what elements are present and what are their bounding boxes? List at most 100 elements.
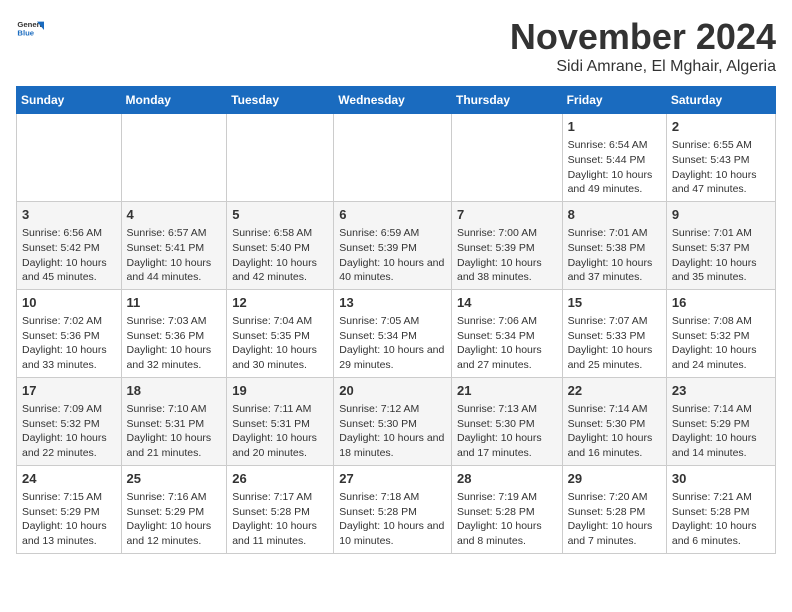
calendar-cell: 14 Sunrise: 7:06 AM Sunset: 5:34 PM Dayli… bbox=[451, 289, 562, 377]
calendar-cell bbox=[334, 114, 452, 202]
location-title: Sidi Amrane, El Mghair, Algeria bbox=[510, 58, 776, 76]
day-number: 14 bbox=[457, 294, 557, 312]
week-row-0: 1Sunrise: 6:54 AM Sunset: 5:44 PM Daylig… bbox=[17, 114, 776, 202]
calendar-cell: 9Sunrise: 7:01 AM Sunset: 5:37 PM Daylig… bbox=[666, 201, 775, 289]
calendar-cell: 29Sunrise: 7:20 AM Sunset: 5:28 PM Dayli… bbox=[562, 465, 666, 553]
logo-icon: General Blue bbox=[16, 16, 44, 44]
day-number: 30 bbox=[672, 470, 770, 488]
month-title: November 2024 bbox=[510, 16, 776, 58]
day-number: 27 bbox=[339, 470, 446, 488]
calendar-cell: 25 Sunrise: 7:16 AM Sunset: 5:29 PM Dayli… bbox=[121, 465, 227, 553]
day-info: Sunrise: 6:55 AM Sunset: 5:43 PM Dayligh… bbox=[672, 138, 770, 197]
day-number: 9 bbox=[672, 206, 770, 224]
header-friday: Friday bbox=[562, 87, 666, 114]
calendar-cell: 22 Sunrise: 7:14 AM Sunset: 5:30 PM Dayli… bbox=[562, 377, 666, 465]
day-info: Sunrise: 7:13 AM Sunset: 5:30 PM Dayligh… bbox=[457, 402, 557, 461]
day-number: 7 bbox=[457, 206, 557, 224]
day-info: Sunrise: 6:56 AM Sunset: 5:42 PM Dayligh… bbox=[22, 226, 116, 285]
day-number: 12 bbox=[232, 294, 328, 312]
day-number: 6 bbox=[339, 206, 446, 224]
day-number: 28 bbox=[457, 470, 557, 488]
day-info: Sunrise: 7:18 AM Sunset: 5:28 PM Dayligh… bbox=[339, 490, 446, 549]
calendar-cell: 18 Sunrise: 7:10 AM Sunset: 5:31 PM Dayli… bbox=[121, 377, 227, 465]
calendar-cell bbox=[121, 114, 227, 202]
day-number: 24 bbox=[22, 470, 116, 488]
week-row-4: 24 Sunrise: 7:15 AM Sunset: 5:29 PM Dayli… bbox=[17, 465, 776, 553]
day-info: Sunrise: 7:08 AM Sunset: 5:32 PM Dayligh… bbox=[672, 314, 770, 373]
day-info: Sunrise: 7:12 AM Sunset: 5:30 PM Dayligh… bbox=[339, 402, 446, 461]
day-number: 22 bbox=[568, 382, 661, 400]
calendar-cell bbox=[17, 114, 122, 202]
day-number: 4 bbox=[127, 206, 222, 224]
day-number: 23 bbox=[672, 382, 770, 400]
day-number: 18 bbox=[127, 382, 222, 400]
week-row-3: 17Sunrise: 7:09 AM Sunset: 5:32 PM Dayli… bbox=[17, 377, 776, 465]
calendar-cell: 15 Sunrise: 7:07 AM Sunset: 5:33 PM Dayli… bbox=[562, 289, 666, 377]
day-info: Sunrise: 6:58 AM Sunset: 5:40 PM Dayligh… bbox=[232, 226, 328, 285]
header-thursday: Thursday bbox=[451, 87, 562, 114]
day-info: Sunrise: 7:04 AM Sunset: 5:35 PM Dayligh… bbox=[232, 314, 328, 373]
day-info: Sunrise: 7:05 AM Sunset: 5:34 PM Dayligh… bbox=[339, 314, 446, 373]
day-info: Sunrise: 7:20 AM Sunset: 5:28 PM Dayligh… bbox=[568, 490, 661, 549]
calendar-cell: 5Sunrise: 6:58 AM Sunset: 5:40 PM Daylig… bbox=[227, 201, 334, 289]
calendar-cell: 4 Sunrise: 6:57 AM Sunset: 5:41 PM Daylig… bbox=[121, 201, 227, 289]
calendar-cell: 6 Sunrise: 6:59 AM Sunset: 5:39 PM Daylig… bbox=[334, 201, 452, 289]
week-row-2: 10 Sunrise: 7:02 AM Sunset: 5:36 PM Dayli… bbox=[17, 289, 776, 377]
calendar-cell bbox=[451, 114, 562, 202]
calendar-cell bbox=[227, 114, 334, 202]
day-info: Sunrise: 7:03 AM Sunset: 5:36 PM Dayligh… bbox=[127, 314, 222, 373]
calendar-cell: 11 Sunrise: 7:03 AM Sunset: 5:36 PM Dayli… bbox=[121, 289, 227, 377]
day-number: 11 bbox=[127, 294, 222, 312]
day-number: 19 bbox=[232, 382, 328, 400]
calendar-cell: 24 Sunrise: 7:15 AM Sunset: 5:29 PM Dayli… bbox=[17, 465, 122, 553]
week-row-1: 3Sunrise: 6:56 AM Sunset: 5:42 PM Daylig… bbox=[17, 201, 776, 289]
day-number: 25 bbox=[127, 470, 222, 488]
calendar-cell: 13 Sunrise: 7:05 AM Sunset: 5:34 PM Dayli… bbox=[334, 289, 452, 377]
calendar-cell: 10 Sunrise: 7:02 AM Sunset: 5:36 PM Dayli… bbox=[17, 289, 122, 377]
day-info: Sunrise: 7:02 AM Sunset: 5:36 PM Dayligh… bbox=[22, 314, 116, 373]
calendar-table: SundayMondayTuesdayWednesdayThursdayFrid… bbox=[16, 86, 776, 554]
day-info: Sunrise: 7:16 AM Sunset: 5:29 PM Dayligh… bbox=[127, 490, 222, 549]
page-header: General Blue November 2024 Sidi Amrane, … bbox=[16, 16, 776, 76]
calendar-cell: 23 Sunrise: 7:14 AM Sunset: 5:29 PM Dayli… bbox=[666, 377, 775, 465]
day-number: 8 bbox=[568, 206, 661, 224]
day-info: Sunrise: 7:00 AM Sunset: 5:39 PM Dayligh… bbox=[457, 226, 557, 285]
day-number: 20 bbox=[339, 382, 446, 400]
day-info: Sunrise: 7:19 AM Sunset: 5:28 PM Dayligh… bbox=[457, 490, 557, 549]
calendar-cell: 1Sunrise: 6:54 AM Sunset: 5:44 PM Daylig… bbox=[562, 114, 666, 202]
header-tuesday: Tuesday bbox=[227, 87, 334, 114]
day-info: Sunrise: 7:11 AM Sunset: 5:31 PM Dayligh… bbox=[232, 402, 328, 461]
calendar-cell: 26 Sunrise: 7:17 AM Sunset: 5:28 PM Dayli… bbox=[227, 465, 334, 553]
day-number: 26 bbox=[232, 470, 328, 488]
day-number: 16 bbox=[672, 294, 770, 312]
day-number: 21 bbox=[457, 382, 557, 400]
day-number: 15 bbox=[568, 294, 661, 312]
day-info: Sunrise: 7:07 AM Sunset: 5:33 PM Dayligh… bbox=[568, 314, 661, 373]
header-saturday: Saturday bbox=[666, 87, 775, 114]
day-info: Sunrise: 7:15 AM Sunset: 5:29 PM Dayligh… bbox=[22, 490, 116, 549]
day-number: 13 bbox=[339, 294, 446, 312]
day-info: Sunrise: 6:57 AM Sunset: 5:41 PM Dayligh… bbox=[127, 226, 222, 285]
header-monday: Monday bbox=[121, 87, 227, 114]
calendar-cell: 20 Sunrise: 7:12 AM Sunset: 5:30 PM Dayli… bbox=[334, 377, 452, 465]
header-sunday: Sunday bbox=[17, 87, 122, 114]
day-number: 10 bbox=[22, 294, 116, 312]
calendar-header-row: SundayMondayTuesdayWednesdayThursdayFrid… bbox=[17, 87, 776, 114]
calendar-cell: 28 Sunrise: 7:19 AM Sunset: 5:28 PM Dayli… bbox=[451, 465, 562, 553]
day-info: Sunrise: 6:59 AM Sunset: 5:39 PM Dayligh… bbox=[339, 226, 446, 285]
day-number: 2 bbox=[672, 118, 770, 136]
day-info: Sunrise: 7:14 AM Sunset: 5:29 PM Dayligh… bbox=[672, 402, 770, 461]
calendar-cell: 21 Sunrise: 7:13 AM Sunset: 5:30 PM Dayli… bbox=[451, 377, 562, 465]
calendar-cell: 2 Sunrise: 6:55 AM Sunset: 5:43 PM Daylig… bbox=[666, 114, 775, 202]
day-number: 17 bbox=[22, 382, 116, 400]
day-info: Sunrise: 7:14 AM Sunset: 5:30 PM Dayligh… bbox=[568, 402, 661, 461]
calendar-cell: 19 Sunrise: 7:11 AM Sunset: 5:31 PM Dayli… bbox=[227, 377, 334, 465]
calendar-cell: 12 Sunrise: 7:04 AM Sunset: 5:35 PM Dayli… bbox=[227, 289, 334, 377]
svg-text:Blue: Blue bbox=[17, 29, 34, 38]
calendar-cell: 16 Sunrise: 7:08 AM Sunset: 5:32 PM Dayli… bbox=[666, 289, 775, 377]
calendar-cell: 7 Sunrise: 7:00 AM Sunset: 5:39 PM Daylig… bbox=[451, 201, 562, 289]
day-info: Sunrise: 7:10 AM Sunset: 5:31 PM Dayligh… bbox=[127, 402, 222, 461]
day-info: Sunrise: 7:06 AM Sunset: 5:34 PM Dayligh… bbox=[457, 314, 557, 373]
day-info: Sunrise: 7:01 AM Sunset: 5:38 PM Dayligh… bbox=[568, 226, 661, 285]
day-info: Sunrise: 7:17 AM Sunset: 5:28 PM Dayligh… bbox=[232, 490, 328, 549]
